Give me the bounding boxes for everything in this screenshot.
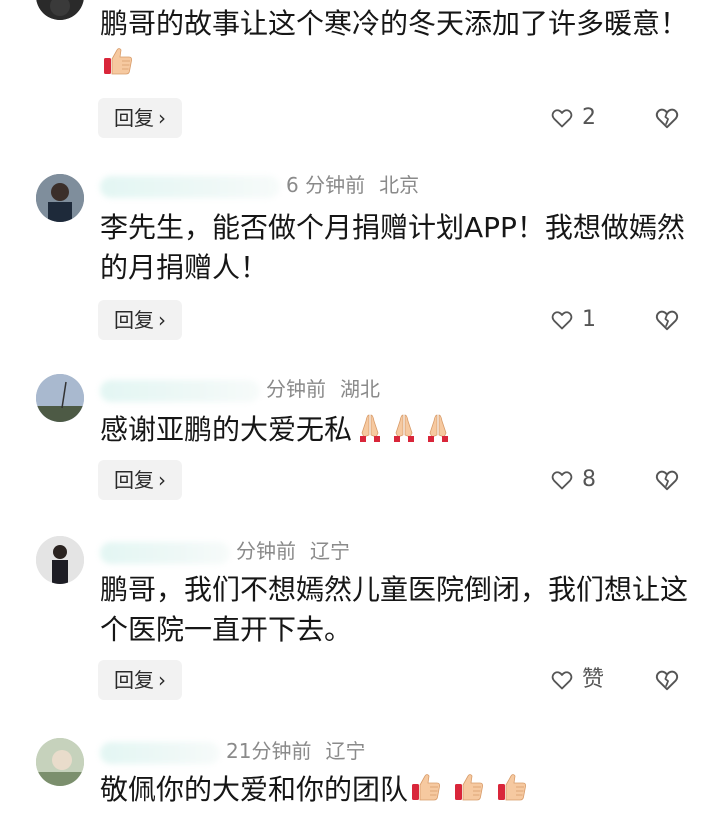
comment-meta: 分钟前 辽宁: [100, 536, 350, 566]
folded-hands-emoji-icon: [422, 411, 454, 443]
broken-heart-icon: [654, 667, 680, 693]
comment-text: 鹏哥的故事让这个寒冷的冬天添加了许多暖意！: [100, 4, 700, 84]
dislike-button[interactable]: [654, 660, 682, 700]
like-count: 2: [582, 105, 596, 130]
comment-text: 鹏哥，我们不想嫣然儿童医院倒闭，我们想让这个医院一直开下去。: [100, 573, 689, 646]
dislike-button[interactable]: [654, 460, 682, 500]
reply-button[interactable]: 回复 ›: [98, 660, 182, 700]
broken-heart-icon: [654, 467, 680, 493]
like-button[interactable]: 1: [550, 300, 596, 340]
heart-icon: [550, 308, 574, 332]
like-count: 1: [582, 307, 596, 332]
reply-button[interactable]: 回复 ›: [98, 300, 182, 340]
comment-meta: 6 分钟前 北京: [100, 170, 419, 200]
avatar[interactable]: [36, 536, 84, 584]
reply-button[interactable]: 回复 ›: [98, 98, 182, 138]
like-button[interactable]: 8: [550, 460, 596, 500]
chevron-right-icon: ›: [158, 106, 166, 130]
chevron-right-icon: ›: [158, 468, 166, 492]
avatar[interactable]: [36, 0, 84, 20]
heart-icon: [550, 106, 574, 130]
thumbs-up-emoji-icon: [496, 771, 528, 803]
avatar[interactable]: [36, 174, 84, 222]
thumbs-up-emoji-icon: [410, 771, 442, 803]
reply-button[interactable]: 回复 ›: [98, 460, 182, 500]
like-button[interactable]: 赞: [550, 660, 604, 700]
like-button[interactable]: 2: [550, 98, 596, 138]
comment-meta: 21分钟前 辽宁: [100, 736, 365, 766]
comment-text: 感谢亚鹏的大爱无私: [100, 410, 700, 450]
dislike-button[interactable]: [654, 300, 682, 340]
chevron-right-icon: ›: [158, 668, 166, 692]
comment-text: 李先生，能否做个月捐赠计划APP！我想做嫣然的月捐赠人！: [100, 211, 685, 284]
avatar[interactable]: [36, 738, 84, 786]
broken-heart-icon: [654, 307, 680, 333]
broken-heart-icon: [654, 105, 680, 131]
like-count: 赞: [582, 667, 605, 692]
thumbs-up-emoji-icon: [453, 771, 485, 803]
dislike-button[interactable]: [654, 98, 682, 138]
folded-hands-emoji-icon: [354, 411, 386, 443]
thumbs-up-emoji-icon: [102, 45, 134, 77]
comment-meta: 分钟前 湖北: [100, 374, 380, 404]
like-count: 8: [582, 467, 596, 492]
folded-hands-emoji-icon: [388, 411, 420, 443]
chevron-right-icon: ›: [158, 308, 166, 332]
avatar[interactable]: [36, 374, 84, 422]
heart-icon: [550, 668, 574, 692]
heart-icon: [550, 468, 574, 492]
comment-text: 敬佩你的大爱和你的团队: [100, 770, 700, 810]
